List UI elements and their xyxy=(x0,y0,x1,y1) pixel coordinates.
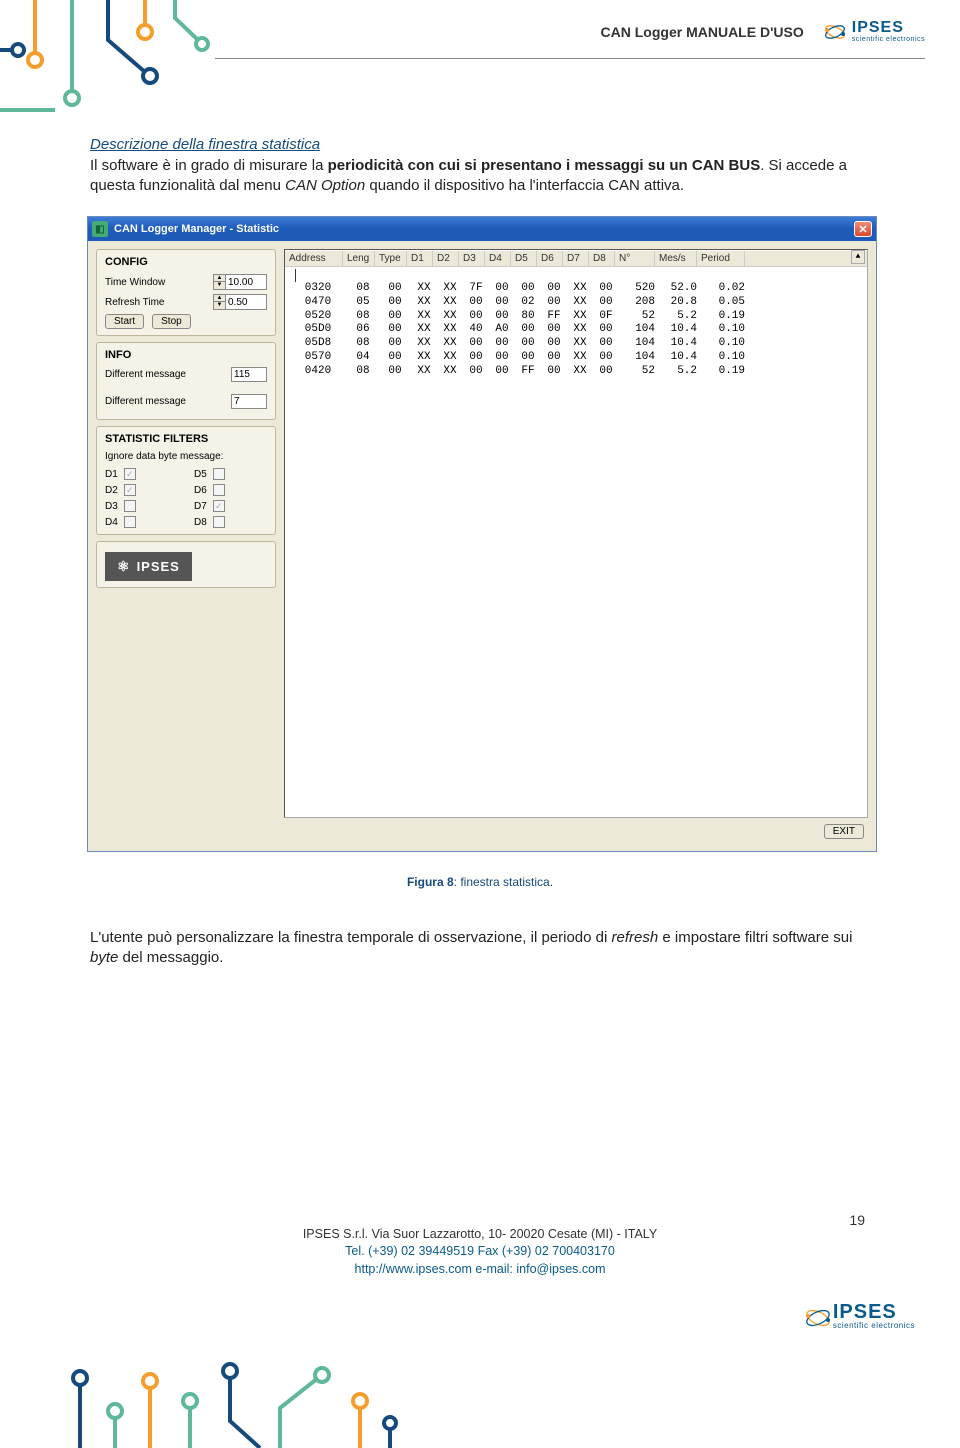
footer: IPSES S.r.l. Via Suor Lazzarotto, 10- 20… xyxy=(0,1226,960,1279)
th-d4: D4 xyxy=(485,251,511,266)
scroll-up-icon[interactable]: ▲ xyxy=(851,250,865,264)
diff-msg2-label: Different message xyxy=(105,396,227,407)
time-window-label: Time Window xyxy=(105,277,209,288)
refresh-time-input[interactable]: ▲▼ xyxy=(213,294,267,310)
logo-footer: IPSES scientific electronics xyxy=(805,1302,915,1330)
th-d3: D3 xyxy=(459,251,485,266)
checkbox-d7[interactable]: ✓ xyxy=(213,500,225,512)
info-panel: INFO Different message Different message xyxy=(96,342,276,420)
filter-d4[interactable]: D4 xyxy=(105,516,178,528)
stop-button[interactable]: Stop xyxy=(152,314,191,329)
filter-d8[interactable]: D8 xyxy=(194,516,267,528)
logo-icon xyxy=(805,1305,827,1327)
checkbox-d3[interactable] xyxy=(124,500,136,512)
checkbox-d6[interactable] xyxy=(213,484,225,496)
filters-title: STATISTIC FILTERS xyxy=(105,433,267,445)
cursor-icon xyxy=(295,269,867,282)
start-button[interactable]: Start xyxy=(105,314,144,329)
th-type: Type xyxy=(375,251,407,266)
th-d5: D5 xyxy=(511,251,537,266)
time-window-input[interactable]: ▲▼ xyxy=(213,274,267,290)
footer-line3: http://www.ipses.com e-mail: info@ipses.… xyxy=(0,1261,960,1279)
filter-d2[interactable]: D2✓ xyxy=(105,484,178,496)
close-button[interactable]: ✕ xyxy=(854,221,872,237)
th-leng: Leng xyxy=(343,251,375,266)
filter-d5[interactable]: D5 xyxy=(194,468,267,480)
th-d7: D7 xyxy=(563,251,589,266)
checkbox-d2[interactable]: ✓ xyxy=(124,484,136,496)
diff-msg1-value xyxy=(231,367,267,382)
filter-d6[interactable]: D6 xyxy=(194,484,267,496)
paragraph-2: L'utente può personalizzare la finestra … xyxy=(90,928,870,969)
statistic-window: ◧ CAN Logger Manager - Statistic ✕ CONFI… xyxy=(87,216,877,852)
th-d6: D6 xyxy=(537,251,563,266)
paragraph-1: Il software è in grado di misurare la pe… xyxy=(90,156,870,197)
table-row: 05D00600XXXX40A00000XX0010410.40.10 xyxy=(289,323,867,337)
refresh-time-label: Refresh Time xyxy=(105,297,209,308)
filters-panel: STATISTIC FILTERS Ignore data byte messa… xyxy=(96,426,276,535)
th-n: N° xyxy=(615,251,655,266)
th-d1: D1 xyxy=(407,251,433,266)
table-row: 05700400XXXX00000000XX0010410.40.10 xyxy=(289,351,867,365)
table-row: 04200800XXXX0000FF00XX00525.20.19 xyxy=(289,365,867,379)
filter-d1[interactable]: D1✓ xyxy=(105,468,178,480)
checkbox-d4[interactable] xyxy=(124,516,136,528)
th-mess: Mes/s xyxy=(655,251,697,266)
titlebar: ◧ CAN Logger Manager - Statistic ✕ xyxy=(88,217,876,241)
app-icon: ◧ xyxy=(92,221,108,237)
footer-line1: IPSES S.r.l. Via Suor Lazzarotto, 10- 20… xyxy=(0,1226,960,1244)
table-row: 05D80800XXXX00000000XX0010410.40.10 xyxy=(289,337,867,351)
filter-d3[interactable]: D3 xyxy=(105,500,178,512)
diff-msg1-label: Different message xyxy=(105,369,227,380)
filter-d7[interactable]: D7✓ xyxy=(194,500,267,512)
th-d2: D2 xyxy=(433,251,459,266)
config-title: CONFIG xyxy=(105,256,267,268)
decor-top-left xyxy=(0,0,210,130)
logo-icon xyxy=(824,21,846,43)
brand-panel: ⚛ IPSES xyxy=(96,541,276,588)
th-d8: D8 xyxy=(589,251,615,266)
logo: IPSES scientific electronics xyxy=(824,20,925,43)
config-panel: CONFIG Time Window ▲▼ Refresh Time ▲▼ xyxy=(96,249,276,336)
checkbox-d8[interactable] xyxy=(213,516,225,528)
figure-caption: Figura 8: finestra statistica. xyxy=(90,874,870,890)
ipses-badge: ⚛ IPSES xyxy=(105,552,192,581)
th-period: Period xyxy=(697,251,745,266)
th-address: Address xyxy=(285,251,343,266)
logo-main: IPSES xyxy=(852,20,925,36)
table-row: 05200800XXXX000080FFXX0F525.20.19 xyxy=(289,310,867,324)
exit-button[interactable]: EXIT xyxy=(824,824,864,839)
diff-msg2-value xyxy=(231,394,267,409)
filters-subtitle: Ignore data byte message: xyxy=(105,451,267,462)
info-title: INFO xyxy=(105,349,267,361)
decor-bottom-left xyxy=(60,1353,400,1448)
table-row: 03200800XXXX7F000000XX0052052.00.02 xyxy=(289,282,867,296)
header-rule xyxy=(215,58,925,59)
atom-icon: ⚛ xyxy=(117,558,131,575)
window-title: CAN Logger Manager - Statistic xyxy=(114,223,279,235)
table-row: 04700500XXXX00000200XX0020820.80.05 xyxy=(289,296,867,310)
statistic-table: AddressLengTypeD1D2D3D4D5D6D7D8N°Mes/sPe… xyxy=(284,249,868,818)
footer-line2: Tel. (+39) 02 39449519 Fax (+39) 02 7004… xyxy=(0,1243,960,1261)
checkbox-d1[interactable]: ✓ xyxy=(124,468,136,480)
section-title: Descrizione della finestra statistica xyxy=(90,135,870,155)
checkbox-d5[interactable] xyxy=(213,468,225,480)
doc-title: CAN Logger MANUALE D'USO xyxy=(601,24,804,40)
logo-sub: scientific electronics xyxy=(852,36,925,43)
